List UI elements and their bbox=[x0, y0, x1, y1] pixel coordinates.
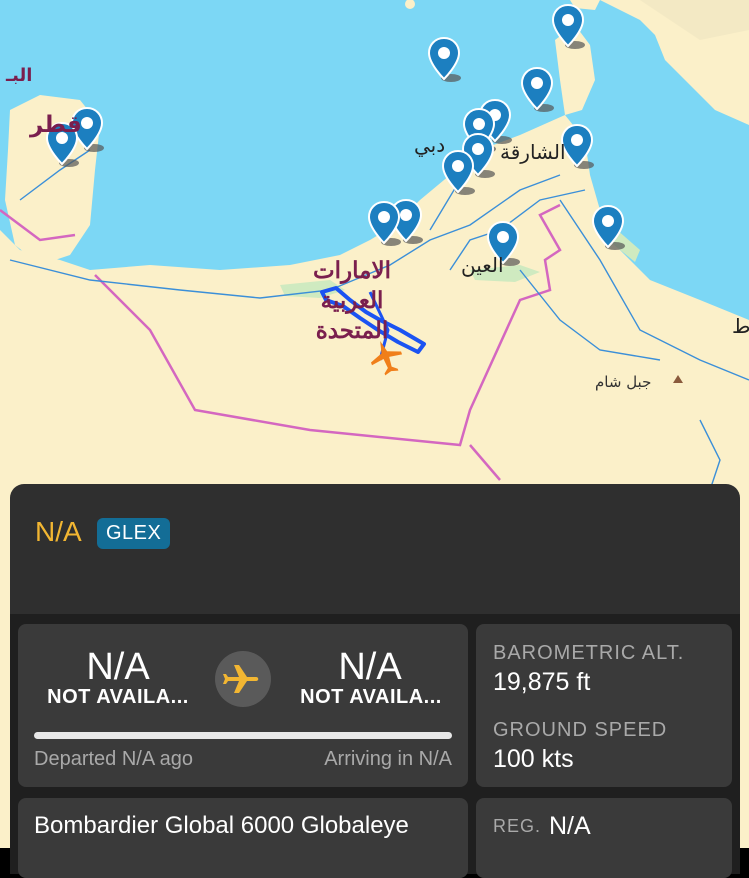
registration-value: N/A bbox=[549, 812, 591, 840]
progress-bar bbox=[34, 732, 452, 739]
origin-name: NOT AVAILA... bbox=[47, 686, 189, 708]
location-pin-icon[interactable] bbox=[427, 37, 461, 83]
flight-info-panel[interactable]: N/A GLEX N/A NOT AVAILA... N/A NOT AVAIL… bbox=[10, 484, 740, 878]
panel-body: N/A NOT AVAILA... N/A NOT AVAILA... Depa… bbox=[10, 614, 740, 878]
origin-code: N/A bbox=[86, 646, 150, 688]
uae-label-line2: العربية bbox=[320, 287, 384, 313]
map-label-al-ain: العين bbox=[461, 253, 504, 277]
aircraft-model: Bombardier Global 6000 Globaleye bbox=[34, 812, 409, 839]
baro-alt-label: BAROMETRIC ALT. bbox=[493, 642, 685, 664]
destination-name: NOT AVAILA... bbox=[300, 686, 442, 708]
aircraft-type-badge[interactable]: GLEX bbox=[97, 518, 171, 549]
ground-speed-value: 100 kts bbox=[493, 745, 574, 773]
route-card[interactable]: N/A NOT AVAILA... N/A NOT AVAILA... Depa… bbox=[18, 624, 468, 787]
location-pin-icon[interactable] bbox=[551, 4, 585, 50]
uae-label-line3: المتحدة bbox=[315, 317, 389, 343]
departed-text: Departed N/A ago bbox=[34, 748, 193, 770]
uae-label-line1: الامارات bbox=[313, 257, 391, 283]
aircraft-card[interactable]: Bombardier Global 6000 Globaleye bbox=[18, 798, 468, 878]
map-label-bahrain: البـ bbox=[6, 65, 33, 86]
registration-card[interactable]: REG. N/A bbox=[476, 798, 732, 878]
ground-speed-label: GROUND SPEED bbox=[493, 719, 668, 741]
map-label-dubai: دبي bbox=[414, 133, 446, 157]
map-label-qatar: قطر bbox=[30, 112, 82, 138]
location-pin-icon[interactable] bbox=[441, 150, 475, 196]
plane-icon bbox=[223, 665, 259, 693]
flight-callsign: N/A bbox=[35, 516, 82, 547]
plane-circle bbox=[215, 651, 271, 707]
registration-label: REG. bbox=[493, 816, 542, 836]
location-pin-icon[interactable] bbox=[591, 205, 625, 251]
location-pin-icon[interactable] bbox=[520, 67, 554, 113]
map-label-oman: ط bbox=[732, 314, 749, 338]
arriving-text: Arriving in N/A bbox=[324, 748, 452, 770]
map-label-sharjah: الشارقة bbox=[500, 140, 566, 164]
mountain-icon bbox=[673, 375, 683, 383]
location-pin-icon[interactable] bbox=[367, 201, 401, 247]
destination-code: N/A bbox=[338, 646, 402, 688]
map-label-uae: الامارات العربية المتحدة bbox=[304, 257, 400, 344]
map-label-jebel-shams: جبل شام bbox=[595, 373, 652, 391]
baro-alt-value: 19,875 ft bbox=[493, 668, 591, 696]
stats-card[interactable]: BAROMETRIC ALT. 19,875 ft GROUND SPEED 1… bbox=[476, 624, 732, 787]
